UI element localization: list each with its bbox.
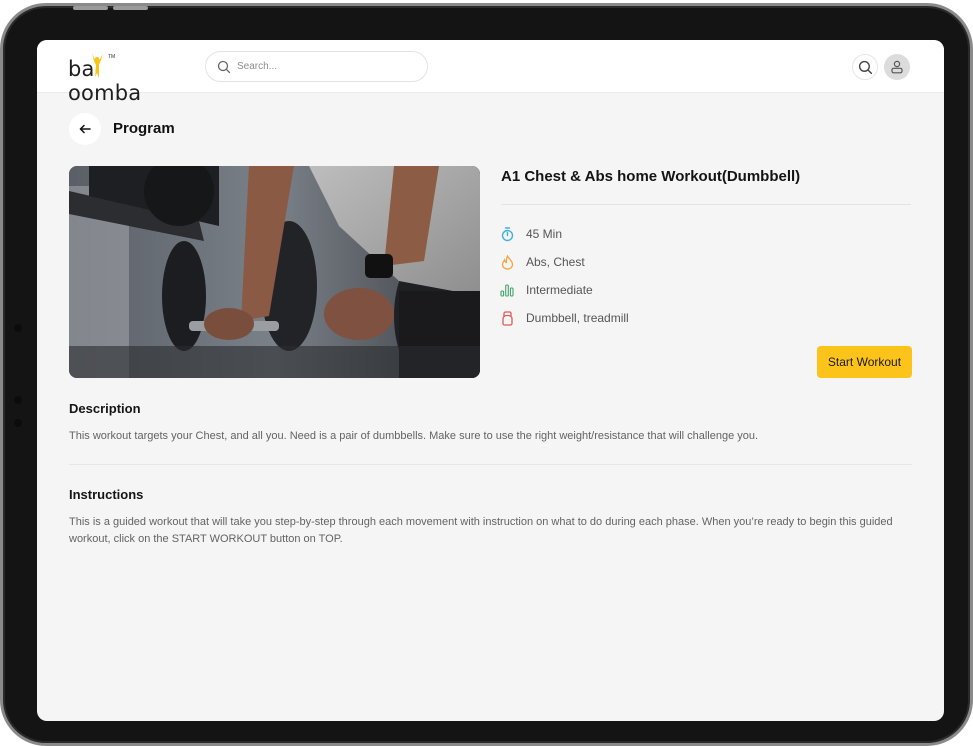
arrow-left-icon	[79, 124, 91, 134]
level-text: Intermediate	[526, 283, 593, 297]
flame-icon	[499, 254, 515, 270]
meta-level: Intermediate	[499, 276, 629, 304]
logo-figure-icon	[92, 53, 103, 78]
divider	[501, 204, 911, 205]
start-workout-button[interactable]: Start Workout	[817, 346, 912, 378]
brand-logo[interactable]: baoomba TM	[68, 51, 178, 105]
user-icon	[891, 60, 903, 74]
page-title: Program	[113, 120, 175, 137]
duration-text: 45 Min	[526, 227, 563, 241]
profile-button[interactable]	[884, 54, 910, 80]
search-input[interactable]	[237, 52, 417, 81]
logo-wordmark: baoomba	[68, 57, 142, 105]
logo-trademark: TM	[108, 54, 116, 60]
meta-duration: 45 Min	[499, 220, 629, 248]
back-button[interactable]	[69, 113, 101, 145]
program-title: A1 Chest & Abs home Workout(Dumbbell)	[501, 168, 801, 185]
equipment-text: Dumbbell, treadmill	[526, 311, 629, 325]
stopwatch-icon	[499, 226, 515, 242]
meta-equipment: Dumbbell, treadmill	[499, 304, 629, 332]
kettlebell-icon	[499, 310, 515, 326]
search-bar[interactable]	[205, 51, 428, 82]
instructions-heading: Instructions	[69, 487, 144, 502]
workout-photo	[69, 166, 480, 378]
tablet-frame: baoomba TM Search... Program A1 Chest & …	[0, 3, 973, 746]
hardware-sensor	[14, 396, 22, 404]
search-button[interactable]	[852, 54, 878, 80]
top-navigation-bar: baoomba TM	[37, 40, 944, 105]
description-text: This workout targets your Chest, and all…	[69, 430, 759, 442]
program-meta-list: 45 Min Abs, Chest Intermediate Dumbbell,…	[499, 220, 629, 332]
instructions-text: This is a guided workout that will take …	[69, 516, 893, 545]
app-screen: baoomba TM Search... Program A1 Chest & …	[37, 40, 944, 721]
description-heading: Description	[69, 401, 141, 416]
divider	[69, 464, 912, 465]
bar-chart-icon	[499, 282, 515, 298]
hardware-button	[73, 6, 108, 10]
program-image	[69, 166, 480, 378]
search-icon	[858, 60, 872, 74]
hardware-sensor	[14, 419, 22, 427]
search-icon	[217, 60, 231, 74]
hardware-button	[113, 6, 148, 10]
meta-target: Abs, Chest	[499, 248, 629, 276]
target-text: Abs, Chest	[526, 255, 585, 269]
hardware-sensor	[14, 324, 22, 332]
